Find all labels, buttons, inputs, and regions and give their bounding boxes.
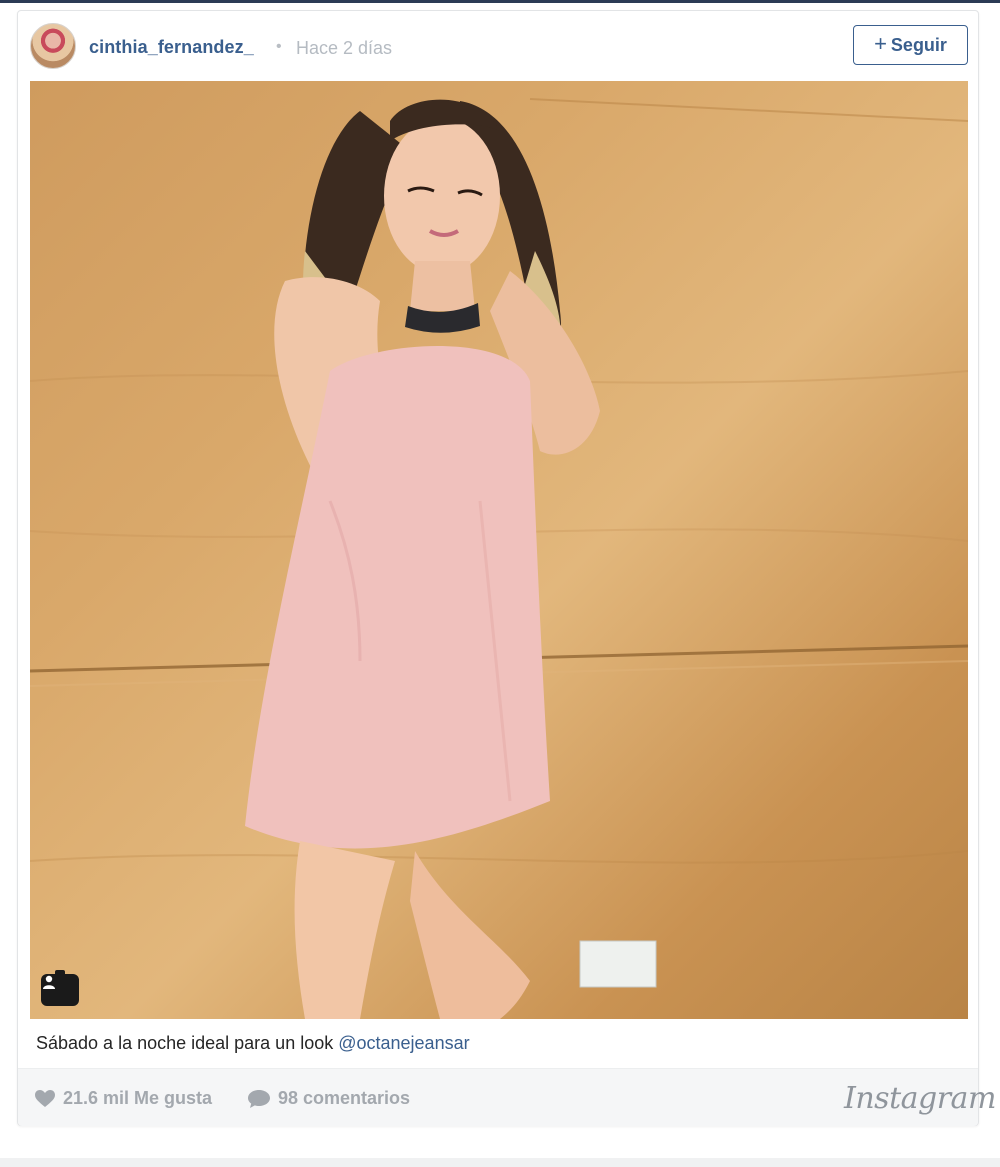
follow-button[interactable]: + Seguir <box>853 25 968 65</box>
post-header: cinthia_fernandez_ • Hace 2 días + Segui… <box>18 11 978 81</box>
heart-icon <box>35 1089 55 1107</box>
post-caption: Sábado a la noche ideal para un look @oc… <box>36 1033 470 1054</box>
plus-icon: + <box>874 31 887 56</box>
post-footer: 21.6 mil Me gusta 98 comentarios Instagr… <box>18 1068 996 1126</box>
comments-count[interactable]: 98 comentarios <box>248 1088 410 1109</box>
instagram-embed-card: cinthia_fernandez_ • Hace 2 días + Segui… <box>17 10 996 1126</box>
user-profile-icon[interactable] <box>41 970 79 1006</box>
username-link[interactable]: cinthia_fernandez_ <box>89 37 254 58</box>
likes-label: 21.6 mil Me gusta <box>63 1088 213 1108</box>
caption-text: Sábado a la noche ideal para un look <box>36 1033 339 1053</box>
bottom-border <box>0 1158 1000 1167</box>
person-glyph <box>43 975 55 989</box>
instagram-logo[interactable]: Instagram <box>844 1081 996 1116</box>
post-photo[interactable] <box>30 81 968 1019</box>
caption-mention-link[interactable]: @octanejeansar <box>338 1033 469 1053</box>
comments-label: 98 comentarios <box>278 1088 411 1108</box>
speech-bubble-icon <box>248 1089 270 1108</box>
likes-count[interactable]: 21.6 mil Me gusta <box>35 1088 212 1109</box>
photo-illustration <box>30 98 968 1019</box>
separator-dot: • <box>276 38 282 55</box>
avatar[interactable] <box>30 23 76 69</box>
follow-button-label: Seguir <box>890 34 947 55</box>
timestamp-link[interactable]: Hace 2 días <box>296 38 392 59</box>
top-border <box>0 0 1000 3</box>
